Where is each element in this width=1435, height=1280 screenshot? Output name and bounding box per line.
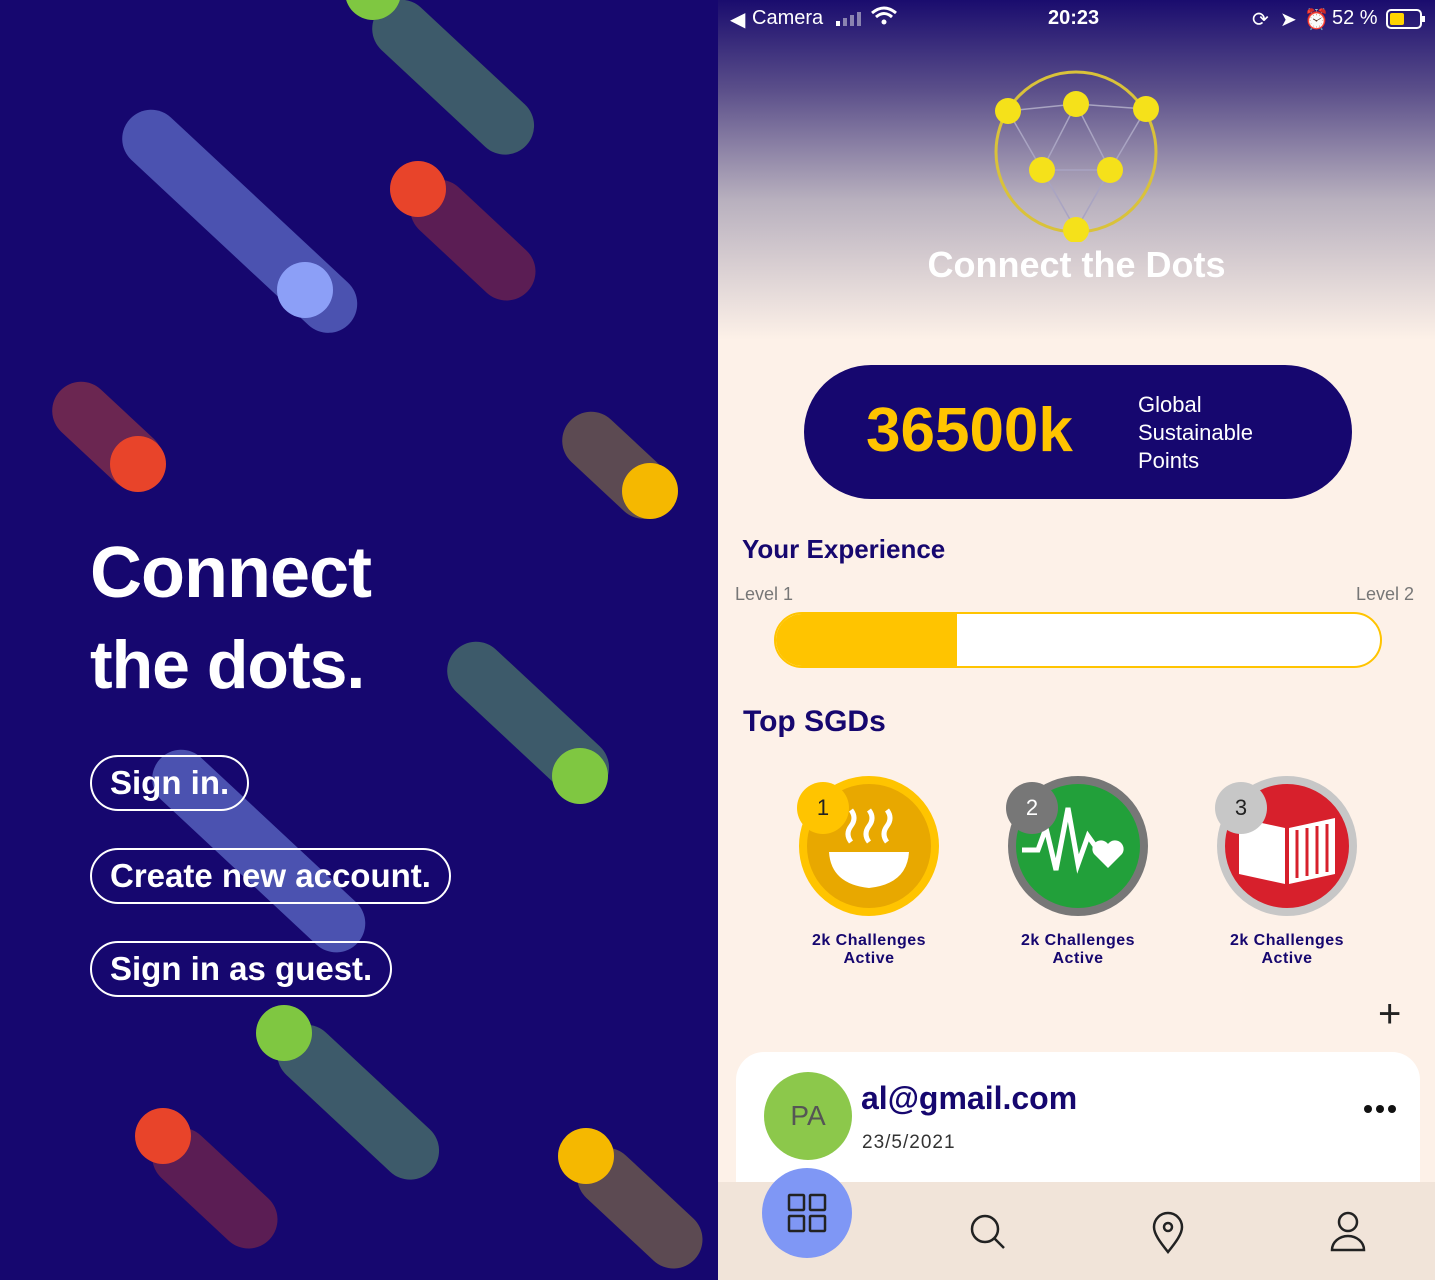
decor-dot [558,1128,614,1184]
post-date: 23/5/2021 [862,1132,956,1153]
top-sdgs-title: Top SGDs [743,705,886,738]
avatar[interactable]: PA [764,1072,852,1160]
sdg-item[interactable]: 1 2k Challenges Active [797,776,939,967]
more-options-icon[interactable] [1364,1100,1400,1118]
level-from: Level 1 [735,584,794,604]
location-icon: ➤ [1280,9,1297,31]
add-sdg-plus-icon[interactable]: + [1378,992,1401,1037]
alarm-icon: ⏰ [1304,9,1329,31]
decor-dot [622,463,678,519]
sign-in-button[interactable]: Sign in. [90,755,250,811]
decor-dot [277,262,333,318]
app-title: Connect the Dots [927,244,1226,285]
back-arrow-icon[interactable]: ◀ [730,7,745,32]
sdg-rank-badge: 1 [797,782,849,834]
nav-map-button[interactable] [1138,1202,1198,1262]
post-author-email: al@gmail.com [861,1080,1078,1116]
sdg-badge[interactable]: 3 [1215,776,1357,916]
user-icon [1330,1211,1366,1252]
splash-headline: Connect the dots. [90,527,372,711]
experience-progress-fill [776,614,958,666]
nav-search-button[interactable] [958,1202,1018,1262]
decor-dot [256,1005,312,1061]
map-pin-icon [1152,1211,1184,1255]
decor-streak [360,0,547,167]
points-label-line: Global [1138,392,1202,417]
sdg-caption-line: 2k Challenges [811,932,927,949]
sdg-caption-line: Active [843,950,895,967]
headline-line-1: Connect [90,533,372,613]
battery-percent: 52 % [1332,7,1378,29]
sdg-caption: 2k Challenges Active [988,932,1168,968]
points-label-line: Sustainable [1138,420,1253,445]
app-logo-icon [994,70,1159,242]
sdg-item[interactable]: 3 2k Challenges Active [1215,776,1357,967]
decor-streak [110,97,370,345]
search-icon [970,1214,1005,1249]
decor-dot [552,748,608,804]
nav-profile-button[interactable] [1318,1202,1378,1262]
sdg-badge[interactable]: 2 [1006,776,1148,916]
global-points-card: 36500k Global Sustainable Points [804,365,1352,499]
clock: 20:23 [1048,7,1100,29]
experience-title: Your Experience [742,534,946,564]
sdg-caption: 2k Challenges Active [779,932,959,968]
signal-icon [836,9,864,32]
points-label: Global Sustainable Points [1138,391,1298,475]
decor-dot [135,1108,191,1164]
decor-dot [390,161,446,217]
bottom-nav [718,1168,1435,1280]
back-app-label[interactable]: Camera [752,7,823,30]
level-to: Level 2 [1356,584,1415,604]
headline-line-2: the dots. [90,627,365,703]
sdg-item[interactable]: 2 2k Challenges Active [1006,776,1148,967]
sdg-rank-badge: 2 [1006,782,1058,834]
create-account-button[interactable]: Create new account. [90,848,451,904]
guest-sign-in-button[interactable]: Sign in as guest. [90,941,393,997]
decor-dot [110,436,166,492]
sdg-rank-badge: 3 [1215,782,1267,834]
status-bar: ◀ Camera 20:23 ⟳ ➤ ⏰ 52 % [718,0,1435,38]
sdg-caption-line: 2k Challenges [1229,932,1345,949]
experience-progress-bar [774,612,1382,668]
home-screen: ◀ Camera 20:23 ⟳ ➤ ⏰ 52 % Connect the Do… [718,0,1435,1280]
grid-icon [787,1193,827,1233]
nav-home-button[interactable] [762,1168,852,1258]
sdg-caption: 2k Challenges Active [1197,932,1377,968]
splash-screen: Connect the dots. Sign in. Create new ac… [0,0,718,1280]
sdg-caption-line: Active [1052,950,1104,967]
sdg-caption-line: 2k Challenges [1020,932,1136,949]
wifi-icon [870,6,898,32]
points-value: 36500k [866,396,1073,465]
sdg-caption-line: Active [1261,950,1313,967]
rotation-lock-icon: ⟳ [1252,9,1269,31]
points-label-line: Points [1138,448,1200,473]
battery-icon [1386,9,1426,35]
sdg-badge[interactable]: 1 [797,776,939,916]
